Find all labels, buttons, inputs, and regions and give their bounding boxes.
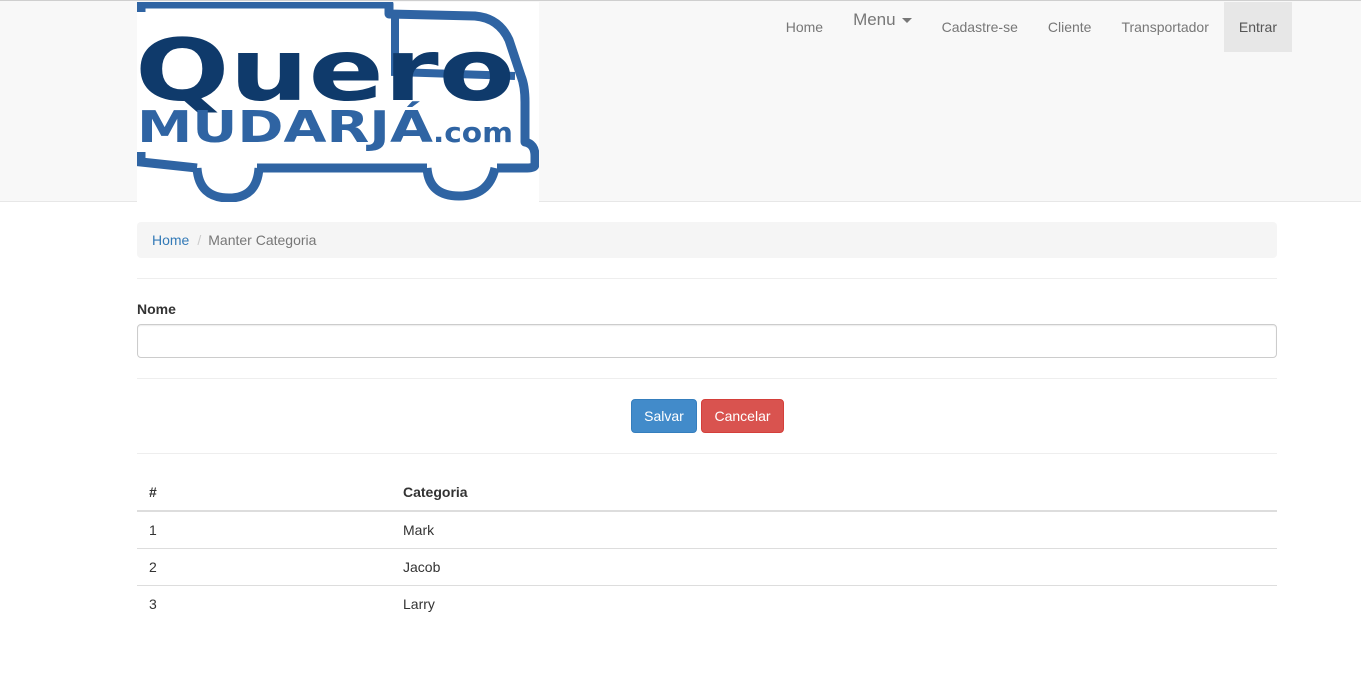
row-number: 3	[137, 584, 391, 622]
row-categoria: Larry	[391, 584, 1277, 622]
nav-cadastre-se[interactable]: Cadastre-se	[927, 2, 1033, 52]
row-number: 2	[137, 547, 391, 585]
row-number: 1	[137, 510, 391, 548]
divider	[137, 278, 1277, 279]
logo-line2: MUDARJÁ	[137, 100, 433, 153]
column-header-number: #	[137, 474, 391, 512]
nav-menu-label: Menu	[853, 10, 896, 29]
logo-suffix: .com	[433, 116, 513, 149]
truck-logo-icon: Quero MUDARJÁ .com	[137, 2, 539, 202]
table-header-row: # Categoria	[137, 474, 1277, 512]
save-button[interactable]: Salvar	[631, 399, 697, 433]
nav-entrar-label: Entrar	[1238, 19, 1277, 35]
nav-cliente[interactable]: Cliente	[1033, 2, 1107, 52]
row-categoria: Mark	[391, 510, 1277, 548]
name-input[interactable]	[137, 324, 1277, 358]
nav-transportador-label: Transportador	[1121, 19, 1209, 35]
breadcrumb: Home / Manter Categoria	[137, 222, 1277, 258]
breadcrumb-separator: /	[197, 232, 202, 248]
table-row[interactable]: 1 Mark	[137, 510, 1277, 548]
divider	[137, 378, 1277, 379]
nav-menu-dropdown[interactable]: Menu	[838, 0, 927, 45]
nav-home-label: Home	[785, 19, 824, 35]
column-header-categoria: Categoria	[391, 474, 1277, 512]
row-categoria: Jacob	[391, 547, 1277, 585]
breadcrumb-current: Manter Categoria	[208, 232, 317, 248]
nav-entrar[interactable]: Entrar	[1223, 2, 1292, 52]
name-label: Nome	[137, 301, 176, 317]
table-row[interactable]: 3 Larry	[137, 584, 1277, 622]
divider	[137, 453, 1277, 454]
nav-cliente-label: Cliente	[1047, 19, 1092, 35]
category-table: # Categoria 1 Mark 2 Jacob 3 Larry	[137, 474, 1277, 622]
brand-logo[interactable]: Quero MUDARJÁ .com	[137, 2, 539, 202]
main-nav: Home Menu Cadastre-se Cliente Transporta…	[771, 2, 1292, 52]
table-row[interactable]: 2 Jacob	[137, 547, 1277, 585]
breadcrumb-home-link[interactable]: Home	[152, 232, 189, 248]
caret-down-icon	[901, 17, 912, 23]
cancel-button[interactable]: Cancelar	[701, 399, 784, 433]
nav-cadastre-se-label: Cadastre-se	[941, 19, 1018, 35]
nav-transportador[interactable]: Transportador	[1106, 2, 1223, 52]
nav-home[interactable]: Home	[771, 2, 838, 52]
navbar: Quero MUDARJÁ .com Home Menu Cadastre-se…	[0, 0, 1361, 202]
